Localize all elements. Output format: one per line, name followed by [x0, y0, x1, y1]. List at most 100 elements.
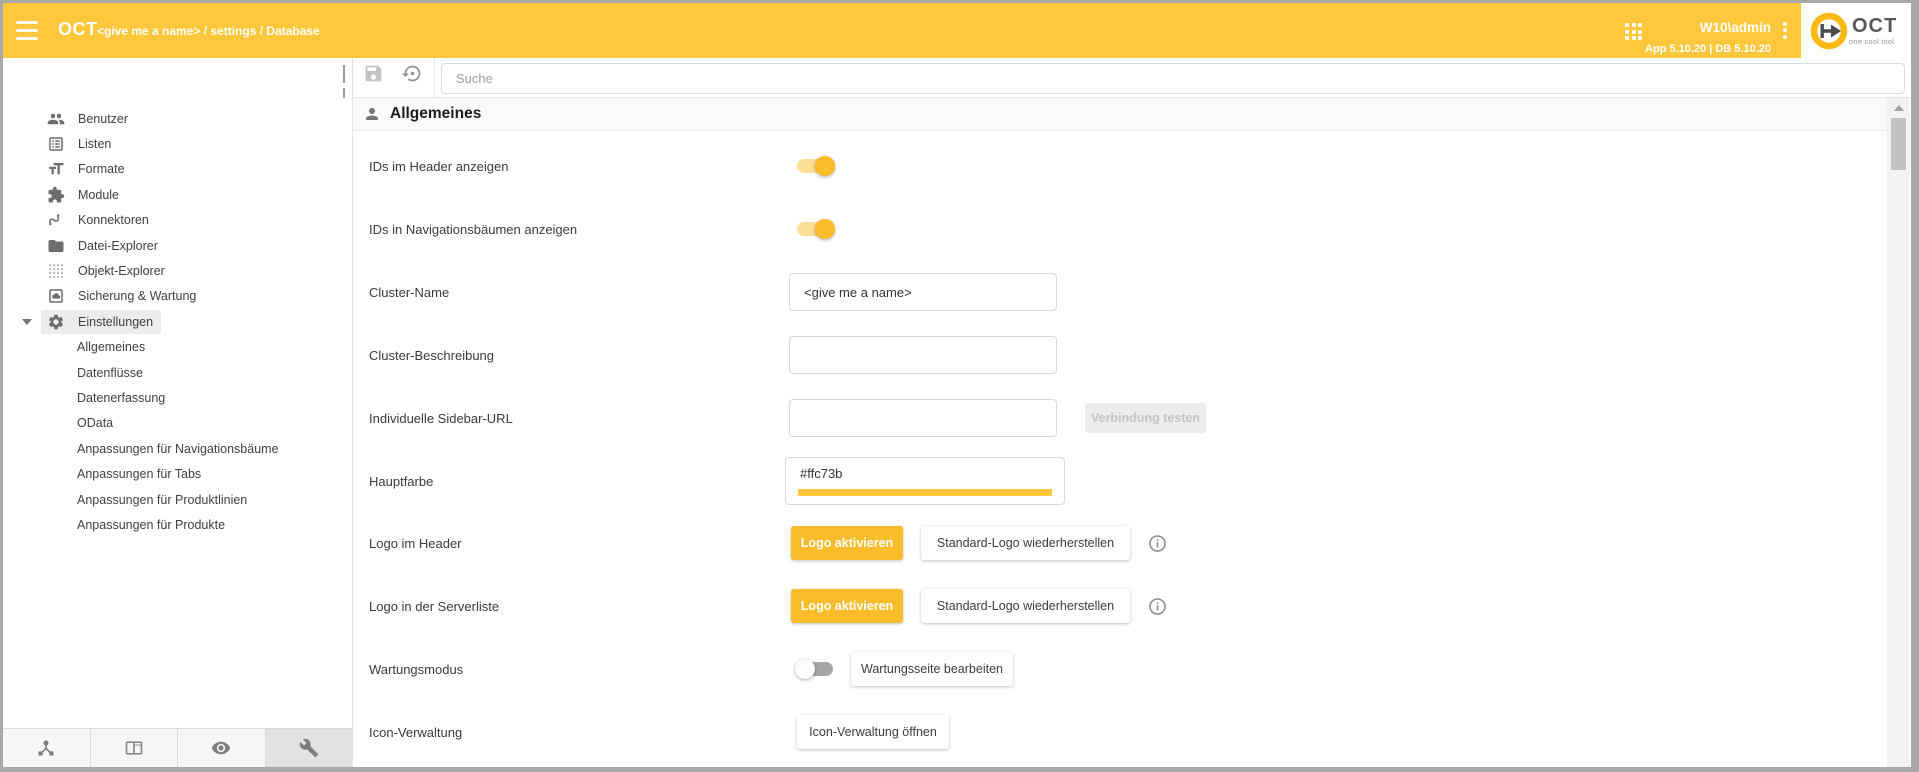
- setting-row-maintenance: Wartungsmodus Wartungsseite bearbeiten: [369, 644, 1871, 694]
- setting-row-cluster-desc: Cluster-Beschreibung: [369, 330, 1871, 380]
- wrench-icon: [299, 738, 319, 758]
- sidebar-item-datei-explorer[interactable]: Datei-Explorer: [3, 233, 351, 258]
- hierarchy-icon: [36, 738, 56, 758]
- setting-row-ids-header: IDs im Header anzeigen: [369, 141, 1871, 191]
- scroll-up-icon[interactable]: [1894, 105, 1904, 111]
- search-input[interactable]: [441, 63, 1905, 94]
- sidebar-subitem-allgemeines[interactable]: Allgemeines: [3, 335, 351, 360]
- edit-maintenance-page-button[interactable]: Wartungsseite bearbeiten: [851, 652, 1013, 686]
- sidebar-bottom-tabs: [3, 728, 352, 767]
- format-icon: [47, 160, 65, 178]
- main-panel: Allgemeines IDs im Header anzeigen IDs i…: [353, 98, 1911, 767]
- connector-icon: [47, 211, 65, 229]
- section-header: Allgemeines: [353, 98, 1887, 131]
- sidebar-item-einstellungen[interactable]: Einstellungen: [3, 309, 351, 334]
- test-connection-button: Verbindung testen: [1085, 403, 1206, 433]
- tab-settings[interactable]: [266, 729, 353, 767]
- setting-row-sidebar-url: Individuelle Sidebar-URL Verbindung test…: [369, 393, 1871, 443]
- setting-label: Individuelle Sidebar-URL: [369, 411, 513, 426]
- oct-logo-tagline: one cool tool: [1849, 37, 1894, 46]
- kebab-menu-icon[interactable]: [1778, 19, 1792, 39]
- users-icon: [47, 110, 65, 128]
- splitter-grip[interactable]: [343, 65, 351, 83]
- window-frame: OCT <give me a name> / settings / Databa…: [0, 0, 1919, 772]
- eye-icon: [211, 738, 231, 758]
- setting-label: IDs in Navigationsbäumen anzeigen: [369, 222, 577, 237]
- app-root: OCT <give me a name> / settings / Databa…: [3, 3, 1911, 767]
- sidebar-item-objekt-explorer[interactable]: Objekt-Explorer: [3, 258, 351, 283]
- setting-label: Cluster-Name: [369, 285, 449, 300]
- vertical-scrollbar[interactable]: [1887, 98, 1910, 767]
- sidebar-item-label: Benutzer: [78, 112, 128, 126]
- sidebar-url-input[interactable]: [789, 399, 1057, 437]
- section-title: Allgemeines: [390, 105, 481, 123]
- setting-row-ids-nav: IDs in Navigationsbäumen anzeigen: [369, 204, 1871, 254]
- user-name: W10\admin: [1700, 20, 1771, 35]
- tab-layout[interactable]: [91, 729, 179, 767]
- activate-logo-button[interactable]: Logo aktivieren: [791, 589, 903, 623]
- info-icon[interactable]: [1148, 534, 1167, 553]
- sidebar-subitem-anpassungen-produkte[interactable]: Anpassungen für Produkte: [3, 512, 351, 537]
- gear-icon: [47, 313, 65, 331]
- sidebar-item-konnektoren[interactable]: Konnektoren: [3, 208, 351, 233]
- sidebar-subitem-datenerfassung[interactable]: Datenerfassung: [3, 385, 351, 410]
- sidebar-item-formate[interactable]: Formate: [3, 157, 351, 182]
- sidebar-nav: Benutzer Listen Formate Module Konnektor…: [3, 106, 351, 538]
- sidebar-item-module[interactable]: Module: [3, 182, 351, 207]
- tab-hierarchy[interactable]: [3, 729, 91, 767]
- setting-label: Icon-Verwaltung: [369, 725, 462, 740]
- cluster-desc-input[interactable]: [789, 336, 1057, 374]
- tab-preview[interactable]: [178, 729, 266, 767]
- cluster-name-input[interactable]: [789, 273, 1057, 311]
- save-icon[interactable]: [362, 63, 384, 85]
- setting-row-logo-serverlist: Logo in der Serverliste Logo aktivieren …: [369, 581, 1871, 631]
- toolbar-divider: [434, 58, 435, 98]
- sidebar-item-sicherung-wartung[interactable]: Sicherung & Wartung: [3, 284, 351, 309]
- info-icon[interactable]: [1148, 597, 1167, 616]
- puzzle-icon: [47, 186, 65, 204]
- sidebar-subitem-odata[interactable]: OData: [3, 411, 351, 436]
- activate-logo-button[interactable]: Logo aktivieren: [791, 526, 903, 560]
- sidebar-subitem-anpassungen-tabs[interactable]: Anpassungen für Tabs: [3, 461, 351, 486]
- sidebar: Benutzer Listen Formate Module Konnektor…: [3, 98, 352, 728]
- backup-icon: [47, 287, 65, 305]
- collapse-arrow-icon[interactable]: [22, 319, 32, 325]
- sidebar-item-label: Einstellungen: [78, 315, 153, 329]
- sidebar-subitem-datenfluesse[interactable]: Datenflüsse: [3, 360, 351, 385]
- oct-logo-icon: [1807, 9, 1851, 53]
- version-label: App 5.10.20 | DB 5.10.20: [1645, 43, 1771, 55]
- setting-row-icon-mgmt: Icon-Verwaltung Icon-Verwaltung öffnen: [369, 707, 1871, 757]
- menu-icon[interactable]: [16, 21, 40, 40]
- sidebar-item-label: Datei-Explorer: [78, 239, 158, 253]
- restore-default-logo-button[interactable]: Standard-Logo wiederherstellen: [921, 526, 1130, 560]
- open-icon-management-button[interactable]: Icon-Verwaltung öffnen: [797, 715, 949, 749]
- restore-default-logo-button[interactable]: Standard-Logo wiederherstellen: [921, 589, 1130, 623]
- setting-row-logo-header: Logo im Header Logo aktivieren Standard-…: [369, 518, 1871, 568]
- sidebar-item-label: Formate: [78, 162, 125, 176]
- main-color-input[interactable]: #ffc73b: [785, 457, 1065, 505]
- apps-grid-icon[interactable]: [1625, 23, 1642, 40]
- setting-row-main-color: Hauptfarbe #ffc73b: [369, 456, 1871, 506]
- top-bar: OCT <give me a name> / settings / Databa…: [3, 3, 1911, 58]
- sidebar-item-listen[interactable]: Listen: [3, 131, 351, 156]
- sidebar-item-label: Sicherung & Wartung: [78, 289, 196, 303]
- setting-label: Logo im Header: [369, 536, 462, 551]
- oct-logo: OCT one cool tool: [1801, 3, 1911, 58]
- sidebar-subitem-anpassungen-produktlinien[interactable]: Anpassungen für Produktlinien: [3, 487, 351, 512]
- grid-dots-icon: [47, 262, 65, 280]
- setting-label: Hauptfarbe: [369, 474, 433, 489]
- layout-icon: [124, 738, 144, 758]
- folder-icon: [47, 237, 65, 255]
- sidebar-item-benutzer[interactable]: Benutzer: [3, 106, 351, 131]
- ids-nav-toggle[interactable]: [797, 222, 833, 236]
- person-icon: [363, 105, 381, 123]
- sidebar-subitem-anpassungen-navigationsbaeume[interactable]: Anpassungen für Navigationsbäume: [3, 436, 351, 461]
- main-color-swatch: [798, 489, 1052, 496]
- restore-history-icon[interactable]: [401, 63, 423, 85]
- maintenance-toggle[interactable]: [797, 662, 833, 676]
- scrollbar-thumb[interactable]: [1891, 118, 1906, 170]
- brand-title: OCT: [58, 19, 98, 40]
- ids-header-toggle[interactable]: [797, 159, 833, 173]
- oct-logo-text: OCT: [1852, 15, 1897, 38]
- setting-label: Cluster-Beschreibung: [369, 348, 494, 363]
